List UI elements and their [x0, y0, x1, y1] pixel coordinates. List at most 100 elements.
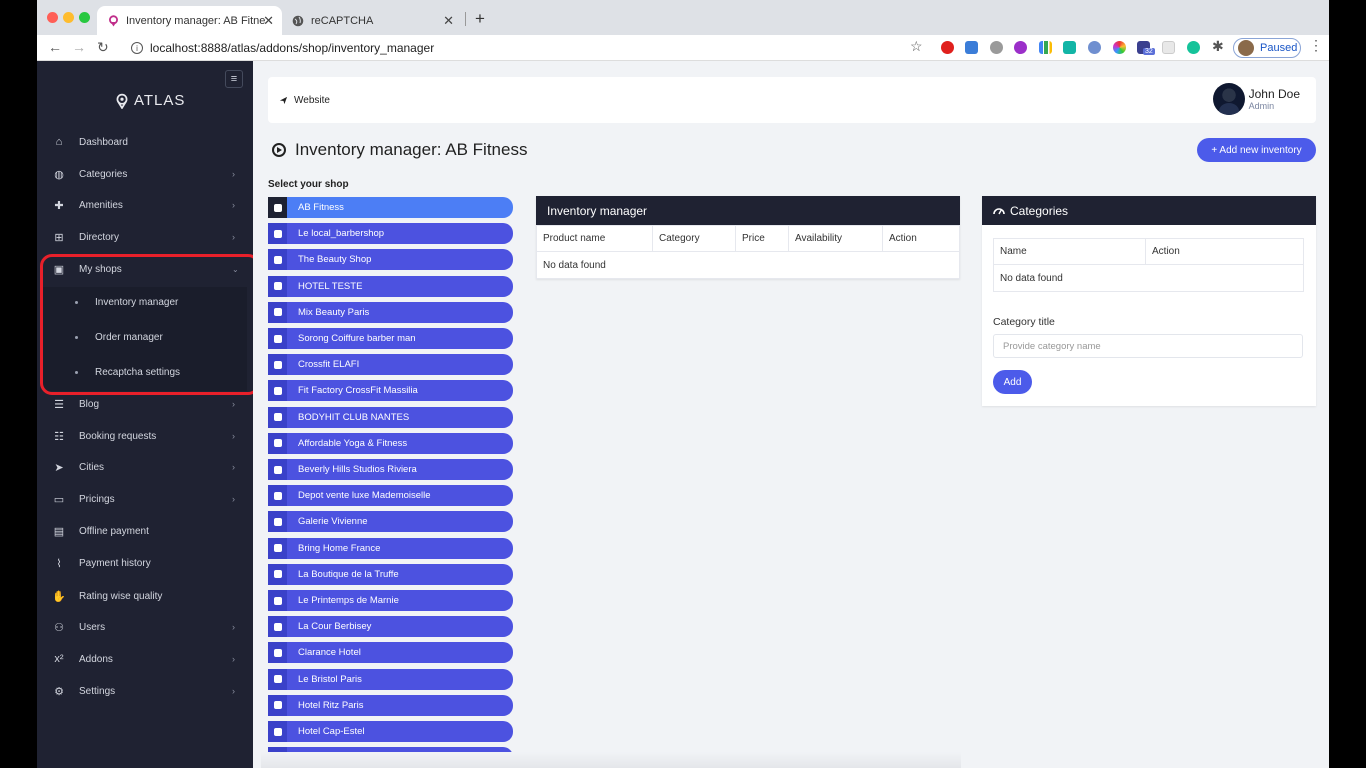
shop-item-label: Le Printemps de Marnie: [298, 595, 399, 606]
chevron-right-icon: ›: [232, 654, 235, 664]
shop-item[interactable]: La Cour Berbisey: [268, 616, 513, 638]
shop-item[interactable]: Hotel Ritz Paris: [268, 694, 513, 716]
category-name-input[interactable]: Provide category name: [993, 334, 1303, 358]
sidebar-item-label: Pricings: [79, 493, 115, 505]
sidebar-item-categories[interactable]: ◍ Categories ›: [37, 162, 253, 186]
shop-item-label: Fit Factory CrossFit Massilia: [298, 385, 418, 397]
shop-item[interactable]: Le Printemps de Marnie: [268, 590, 513, 611]
column-header: Action: [889, 233, 917, 244]
shop-item[interactable]: Beverly Hills Studios Riviera: [268, 459, 513, 480]
chart-extension-icon[interactable]: [1039, 41, 1052, 54]
sidebar-item-directory[interactable]: ⊞ Directory ›: [37, 225, 253, 249]
close-tab-icon[interactable]: ✕: [443, 13, 454, 29]
grey-extension-icon[interactable]: [990, 41, 1003, 54]
list-check-icon: ☷: [54, 430, 64, 443]
sidebar-item-dashboard[interactable]: ⌂ Dashboard: [37, 130, 253, 154]
close-tab-icon[interactable]: ✕: [263, 13, 274, 29]
sidebar-item-pricings[interactable]: ▭ Pricings ›: [37, 487, 253, 511]
tab-title: reCAPTCHA: [311, 14, 374, 27]
chevron-right-icon: ›: [232, 431, 235, 441]
sidebar-item-label: Booking requests: [79, 430, 157, 442]
menu-dots-icon[interactable]: ⋮: [1309, 37, 1323, 54]
hamburger-menu-icon[interactable]: ≡: [225, 70, 243, 88]
home-icon: ⌂: [55, 136, 63, 148]
superscript-icon: x²: [54, 653, 64, 665]
shop-item[interactable]: AB Fitness: [268, 197, 513, 218]
shop-item[interactable]: Galerie Vivienne: [268, 511, 513, 533]
bookmark-star-icon[interactable]: ☆: [910, 38, 923, 55]
sidebar-item-blog[interactable]: ☰ Blog ›: [37, 392, 253, 416]
extension-badge: 32: [1143, 48, 1155, 55]
purple-extension-icon[interactable]: [1014, 41, 1027, 54]
cube-icon: [268, 197, 287, 218]
shop-item[interactable]: Clarance Hotel: [268, 642, 513, 664]
shop-item[interactable]: Crossfit ELAFI: [268, 354, 513, 376]
url-field[interactable]: i localhost:8888/atlas/addons/shop/inven…: [121, 37, 951, 59]
sidebar-item-label: Settings: [79, 685, 116, 697]
shop-item[interactable]: Le local_barbershop: [268, 223, 513, 245]
new-tab-icon[interactable]: +: [475, 9, 485, 29]
sidebar-item-label: Categories: [79, 168, 128, 180]
blue-extension-icon[interactable]: [1088, 41, 1101, 54]
fi-extension-icon[interactable]: [965, 41, 978, 54]
main-content: Website John Doe Admin Inventory manager…: [253, 61, 1329, 768]
shop-item[interactable]: Le Bristol Paris: [268, 668, 513, 690]
opera-extension-icon[interactable]: [941, 41, 954, 54]
tab-inventory-manager[interactable]: Inventory manager: AB Fitness ✕: [97, 6, 282, 35]
shop-item[interactable]: HOTEL TESTE: [268, 275, 513, 297]
add-new-inventory-button[interactable]: + Add new inventory: [1197, 138, 1316, 162]
shop-item[interactable]: Affordable Yoga & Fitness: [268, 432, 513, 454]
sidebar-item-addons[interactable]: x² Addons ›: [37, 647, 253, 671]
puzzle-extensions-icon[interactable]: ✱: [1212, 38, 1224, 55]
zoom-window-button[interactable]: [79, 12, 90, 23]
tab-recaptcha[interactable]: reCAPTCHA ✕: [282, 6, 462, 35]
add-category-button[interactable]: Add: [993, 370, 1032, 394]
minimize-window-button[interactable]: [63, 12, 74, 23]
reload-icon[interactable]: ↻: [97, 39, 109, 56]
shop-item[interactable]: BODYHIT CLUB NANTES: [268, 406, 513, 428]
website-link[interactable]: Website: [279, 95, 330, 106]
sidebar-item-users[interactable]: ⚇ Users ›: [37, 615, 253, 639]
cube-icon: [268, 328, 287, 349]
location-pin-icon: [107, 14, 119, 27]
shop-item[interactable]: Depot vente luxe Mademoiselle: [268, 485, 513, 507]
shop-item[interactable]: Hotel Cap-Estel: [268, 721, 513, 742]
cube-icon: [268, 721, 287, 742]
shop-item[interactable]: The Beauty Shop: [268, 249, 513, 271]
sidebar-item-rating-wise-quality[interactable]: ✋ Rating wise quality: [37, 584, 253, 608]
scroll-shadow: [261, 752, 961, 768]
user-menu[interactable]: John Doe Admin: [1212, 83, 1300, 115]
shop-item-label: Depot vente luxe Mademoiselle: [298, 490, 431, 502]
shop-item-label: Mix Beauty Paris: [298, 306, 370, 318]
shop-item[interactable]: Sorong Coiffure barber man: [268, 328, 513, 349]
cube-icon: [268, 485, 287, 507]
shop-item[interactable]: La Boutique de la Truffe: [268, 563, 513, 585]
column-header: Availability: [789, 226, 883, 251]
info-icon[interactable]: i: [131, 42, 143, 54]
sidebar-item-amenities[interactable]: ✚ Amenities ›: [37, 193, 253, 217]
teal-extension-icon[interactable]: [1063, 41, 1076, 54]
sidebar: ≡ ATLAS ⌂ Dashboard ◍ Categories › ✚ Ame…: [37, 61, 260, 768]
sidebar-item-offline-payment[interactable]: ▤ Offline payment: [37, 519, 253, 543]
cube-icon: [268, 511, 287, 533]
forward-icon[interactable]: →: [72, 39, 86, 55]
sidebar-item-payment-history[interactable]: ⌇ Payment history: [37, 551, 253, 575]
sidebar-item-settings[interactable]: ⚙ Settings ›: [37, 679, 253, 703]
profile-button[interactable]: Paused: [1233, 38, 1301, 58]
color-extension-icon[interactable]: [1113, 41, 1126, 54]
blank-extension-icon[interactable]: [1162, 41, 1175, 54]
shop-item[interactable]: Fit Factory CrossFit Massilia: [268, 380, 513, 402]
shop-item-label: Le local_barbershop: [298, 228, 385, 240]
close-window-button[interactable]: [47, 12, 58, 23]
shop-item[interactable]: Mix Beauty Paris: [268, 301, 513, 323]
logo[interactable]: ATLAS: [115, 92, 185, 109]
sidebar-item-label: Dashboard: [79, 136, 128, 148]
sidebar-item-booking-requests[interactable]: ☷ Booking requests ›: [37, 424, 253, 448]
shop-item[interactable]: Bring Home France: [268, 537, 513, 559]
sidebar-item-label: Payment history: [79, 557, 151, 569]
grammarly-extension-icon[interactable]: [1187, 41, 1200, 54]
shop-item-label: Crossfit ELAFI: [298, 359, 360, 371]
sidebar-item-cities[interactable]: ➤ Cities ›: [37, 455, 253, 479]
back-icon[interactable]: ←: [48, 39, 62, 55]
shop-item-label: Beverly Hills Studios Riviera: [298, 464, 417, 475]
